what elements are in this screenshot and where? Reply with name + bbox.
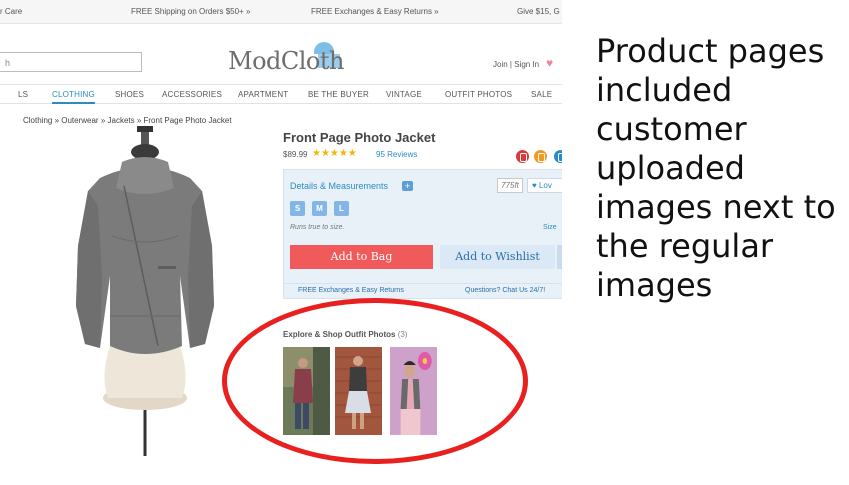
quantity-field[interactable]: 775ft [497,178,523,193]
service-strip: FREE Exchanges & Easy Returns Questions?… [283,283,562,297]
nav-item-outfit-photos[interactable]: OUTFIT PHOTOS [445,90,512,99]
free-shipping-link[interactable]: FREE Shipping on Orders $50+ » [131,7,250,16]
free-exchanges-note[interactable]: FREE Exchanges & Easy Returns [298,287,404,294]
add-to-bag-button[interactable]: Add to Bag [290,245,433,269]
highlight-ellipse [222,298,528,464]
nav-item-clothing[interactable]: CLOTHING [52,90,95,104]
join-sign-in-link[interactable]: Join | Sign In [493,60,539,69]
rating-stars: ★★★★★ [312,148,357,159]
screenshot: r Care FREE Shipping on Orders $50+ » FR… [0,0,562,485]
details-measurements-link[interactable]: Details & Measurements [290,181,388,191]
share-icon[interactable] [554,150,562,163]
free-exchanges-link[interactable]: FREE Exchanges & Easy Returns » [311,7,439,16]
wishlist-dropdown-toggle[interactable] [557,245,562,269]
nav-item-apartment[interactable]: APARTMENT [238,90,288,99]
email-icon[interactable] [534,150,547,163]
size-l-button[interactable]: L [334,201,349,216]
plus-icon[interactable]: + [402,181,413,191]
nav-item-accessories[interactable]: ACCESSORIES [162,90,222,99]
pinterest-icon[interactable] [516,150,529,163]
nav-item-shoes[interactable]: SHOES [115,90,144,99]
questions-chat-link[interactable]: Questions? Chat Us 24/7! [465,287,545,294]
search-input[interactable]: h [0,52,142,72]
breadcrumb[interactable]: Clothing » Outerwear » Jackets » Front P… [23,116,232,125]
nav-item[interactable]: LS [18,90,28,99]
main-nav: LS CLOTHING SHOES ACCESSORIES APARTMENT … [0,84,562,104]
slide-caption: Product pages included customer uploaded… [596,32,836,304]
give-credit-link[interactable]: Give $15, G [517,7,560,16]
nav-item-be-the-buyer[interactable]: BE THE BUYER [308,90,369,99]
fit-note: Runs true to size. [290,224,345,231]
add-to-wishlist-button[interactable]: Add to Wishlist [440,245,555,269]
size-m-button[interactable]: M [312,201,327,216]
nav-item-sale[interactable]: SALE [531,90,552,99]
promo-bar: r Care FREE Shipping on Orders $50+ » FR… [0,0,562,24]
product-price: $89.99 [283,150,308,159]
reviews-link[interactable]: 95 Reviews [376,150,417,159]
size-s-button[interactable]: S [290,201,305,216]
modcloth-logo[interactable]: ModCloth [228,47,344,75]
nav-item-vintage[interactable]: VINTAGE [386,90,422,99]
product-title: Front Page Photo Jacket [283,130,436,145]
heart-icon[interactable]: ♥ [546,57,558,69]
customer-care-link[interactable]: r Care [0,7,22,16]
product-main-image[interactable] [40,126,250,456]
love-button[interactable]: ♥ Lov [527,178,562,193]
size-chart-link[interactable]: Size [543,224,557,231]
